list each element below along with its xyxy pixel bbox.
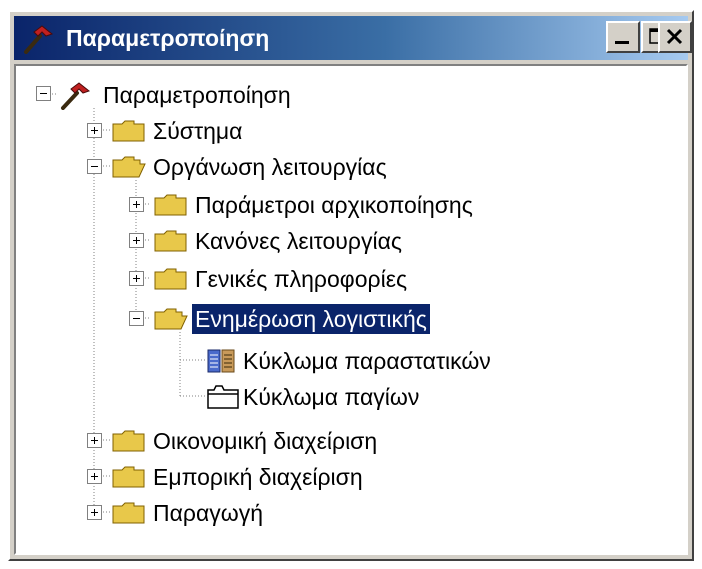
settings-window: Παραμετροποίηση Παραμετροποίηση Σύστημα … (8, 10, 694, 561)
folder-icon (154, 268, 187, 290)
expand-toggle[interactable] (129, 233, 144, 248)
close-button[interactable] (658, 21, 692, 53)
folder-icon (112, 120, 145, 142)
expand-toggle[interactable] (87, 123, 102, 138)
plus-icon (91, 473, 98, 480)
plus-icon (133, 237, 140, 244)
minus-icon (91, 166, 98, 167)
folder-icon (112, 430, 145, 452)
close-icon (666, 28, 683, 45)
plus-icon (91, 437, 98, 444)
open-folder-icon (112, 156, 146, 178)
minimize-icon (615, 41, 629, 44)
plus-icon (133, 275, 140, 282)
plus-icon (91, 509, 98, 516)
documents-icon (207, 349, 235, 373)
minimize-button[interactable] (606, 21, 640, 53)
folder-icon (112, 466, 145, 488)
tree-item-label: Σύστημα (153, 118, 243, 144)
tree-item-label: Οικονομική διαχείριση (153, 428, 378, 454)
tree-item-label: Κύκλωμα παραστατικών (243, 348, 491, 374)
collapse-toggle[interactable] (87, 159, 102, 174)
collapse-toggle[interactable] (129, 311, 144, 326)
minus-icon (40, 93, 47, 94)
tree-item-label: Παράμετροι αρχικοποίησης (195, 192, 473, 218)
tree-item-label: Κανόνες λειτουργίας (195, 228, 402, 254)
expand-toggle[interactable] (129, 271, 144, 286)
expand-toggle[interactable] (87, 469, 102, 484)
tree-root-label: Παραμετροποίηση (103, 82, 291, 108)
tree-item-label-selected: Ενημέρωση λογιστικής (191, 303, 431, 335)
hammer-icon (24, 25, 54, 54)
tree-item-label: Κύκλωμα παγίων (243, 384, 420, 410)
tree-item-label: Γενικές πληροφορίες (195, 266, 408, 292)
tree-item-label: Εμπορική διαχείριση (153, 464, 363, 490)
tree-item-label: Παραγωγή (153, 500, 264, 526)
folder-tab-icon (207, 385, 239, 409)
tree-view[interactable]: Παραμετροποίηση Σύστημα Οργάνωση λειτουρ… (14, 64, 688, 555)
folder-icon (154, 230, 187, 252)
expand-toggle[interactable] (87, 433, 102, 448)
folder-icon (112, 502, 145, 524)
plus-icon (91, 127, 98, 134)
tree-item-label: Οργάνωση λειτουργίας (153, 154, 387, 180)
open-folder-icon (154, 308, 188, 330)
plus-icon (133, 201, 140, 208)
expand-toggle[interactable] (87, 505, 102, 520)
collapse-toggle[interactable] (36, 86, 51, 101)
title-bar[interactable]: Παραμετροποίηση (14, 16, 692, 60)
window-title: Παραμετροποίηση (66, 25, 270, 51)
minus-icon (133, 318, 140, 319)
folder-icon (154, 194, 187, 216)
expand-toggle[interactable] (129, 197, 144, 212)
hammer-icon (61, 82, 91, 110)
